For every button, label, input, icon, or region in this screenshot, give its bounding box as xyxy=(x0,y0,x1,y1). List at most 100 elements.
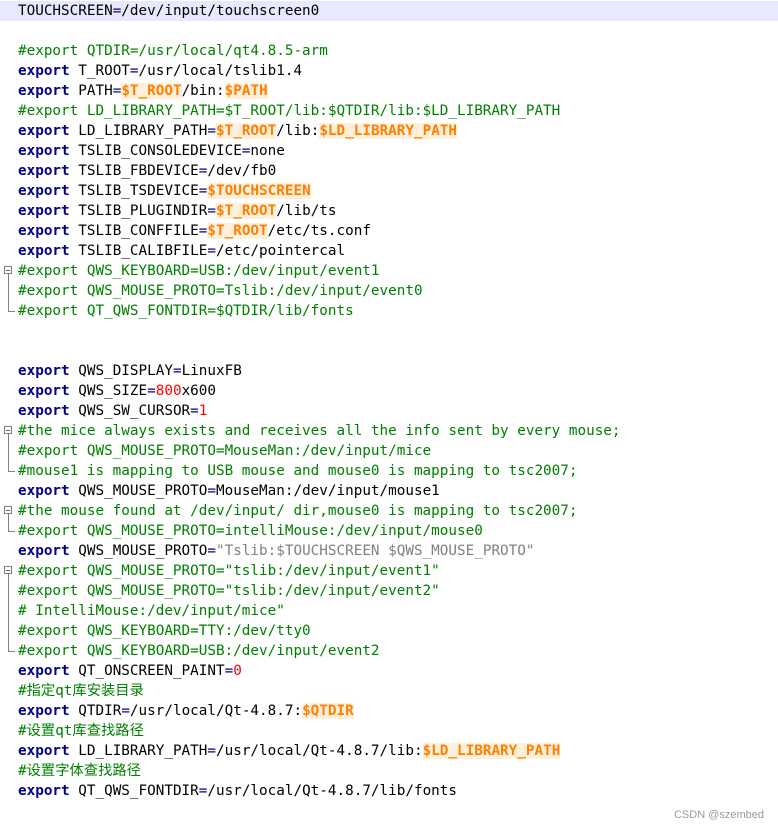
code-line[interactable]: #export QWS_MOUSE_PROTO=intelliMouse:/de… xyxy=(0,521,778,541)
code-token: /usr/local/Qt-4.8.7: xyxy=(129,703,303,719)
code-text: #the mice always exists and receives all… xyxy=(18,421,621,441)
keyword-token: export xyxy=(18,83,70,99)
fold-gutter xyxy=(0,441,16,461)
variable-token: $T_ROOT xyxy=(216,203,277,219)
code-text: export TSLIB_PLUGINDIR=$T_ROOT/lib/ts xyxy=(18,201,337,221)
variable-token: $QTDIR xyxy=(302,703,354,719)
code-line[interactable]: #export QWS_MOUSE_PROTO=Tslib:/dev/input… xyxy=(0,281,778,301)
csdn-watermark: CSDN @szembed xyxy=(673,809,764,821)
keyword-token: export xyxy=(18,243,70,259)
code-editor[interactable]: TOUCHSCREEN=/dev/input/touchscreen0 #expo… xyxy=(0,0,778,831)
code-line[interactable]: #export LD_LIBRARY_PATH=$T_ROOT/lib:$QTD… xyxy=(0,101,778,121)
code-text: export TSLIB_CONSOLEDEVICE=none xyxy=(18,141,285,161)
code-token: PATH xyxy=(69,83,113,99)
code-text: export QWS_MOUSE_PROTO=MouseMan:/dev/inp… xyxy=(18,481,440,501)
code-line[interactable]: export QWS_SIZE=800x600 xyxy=(0,381,778,401)
code-line[interactable] xyxy=(0,341,778,361)
code-line[interactable]: #export QWS_MOUSE_PROTO="tslib:/dev/inpu… xyxy=(0,561,778,581)
fold-gutter xyxy=(0,701,16,721)
code-line[interactable]: export QWS_MOUSE_PROTO="Tslib:$TOUCHSCRE… xyxy=(0,541,778,561)
code-token: TOUCHSCREEN xyxy=(18,3,113,19)
code-line[interactable]: #export QWS_KEYBOARD=USB:/dev/input/even… xyxy=(0,261,778,281)
comment-token: #the mouse found at /dev/input/ dir,mous… xyxy=(18,503,578,519)
code-line[interactable]: #the mice always exists and receives all… xyxy=(0,421,778,441)
keyword-token: export xyxy=(18,703,70,719)
code-line[interactable]: export PATH=$T_ROOT/bin:$PATH xyxy=(0,81,778,101)
code-line[interactable]: # IntelliMouse:/dev/input/mice" xyxy=(0,601,778,621)
code-text: export QT_ONSCREEN_PAINT=0 xyxy=(18,661,242,681)
code-text: #export QWS_KEYBOARD=USB:/dev/input/even… xyxy=(18,261,380,281)
code-line[interactable]: export QT_ONSCREEN_PAINT=0 xyxy=(0,661,778,681)
code-line[interactable]: export QT_QWS_FONTDIR=/usr/local/Qt-4.8.… xyxy=(0,781,778,801)
code-line[interactable]: export TSLIB_FBDEVICE=/dev/fb0 xyxy=(0,161,778,181)
code-line[interactable]: export T_ROOT=/usr/local/tslib1.4 xyxy=(0,61,778,81)
fold-gutter xyxy=(0,161,16,181)
code-token: = xyxy=(207,743,216,759)
code-text: #指定qt库安装目录 xyxy=(18,681,144,701)
fold-toggle-icon[interactable] xyxy=(0,561,16,581)
code-token: = xyxy=(207,203,216,219)
fold-gutter xyxy=(0,641,16,661)
code-text: # IntelliMouse:/dev/input/mice" xyxy=(18,601,285,621)
code-line[interactable]: #设置字体查找路径 xyxy=(0,761,778,781)
code-token: = xyxy=(207,543,216,559)
code-line[interactable]: #export QTDIR=/usr/local/qt4.8.5-arm xyxy=(0,41,778,61)
code-line[interactable]: export QWS_DISPLAY=LinuxFB xyxy=(0,361,778,381)
fold-gutter xyxy=(0,1,16,21)
fold-toggle-icon[interactable] xyxy=(0,421,16,441)
code-line[interactable]: export TSLIB_CONFFILE=$T_ROOT/etc/ts.con… xyxy=(0,221,778,241)
code-token: T_ROOT xyxy=(69,63,130,79)
code-token: /dev/fb0 xyxy=(207,163,277,179)
code-line[interactable]: export QWS_SW_CURSOR=1 xyxy=(0,401,778,421)
code-line[interactable]: export TSLIB_CONSOLEDEVICE=none xyxy=(0,141,778,161)
code-line[interactable]: #mouse1 is mapping to USB mouse and mous… xyxy=(0,461,778,481)
code-line[interactable]: export QTDIR=/usr/local/Qt-4.8.7:$QTDIR xyxy=(0,701,778,721)
fold-gutter xyxy=(0,61,16,81)
code-line[interactable]: export LD_LIBRARY_PATH=$T_ROOT/lib:$LD_L… xyxy=(0,121,778,141)
code-line[interactable]: #设置qt库查找路径 xyxy=(0,721,778,741)
code-text: export TSLIB_CONFFILE=$T_ROOT/etc/ts.con… xyxy=(18,221,371,241)
code-token: QT_QWS_FONTDIR xyxy=(69,783,199,799)
code-line[interactable]: #export QWS_KEYBOARD=TTY:/dev/tty0 xyxy=(0,621,778,641)
fold-gutter xyxy=(0,301,16,321)
fold-gutter xyxy=(0,281,16,301)
code-line[interactable]: export LD_LIBRARY_PATH=/usr/local/Qt-4.8… xyxy=(0,741,778,761)
code-token: /bin: xyxy=(181,83,225,99)
fold-toggle-icon[interactable] xyxy=(0,501,16,521)
code-line[interactable]: export TSLIB_PLUGINDIR=$T_ROOT/lib/ts xyxy=(0,201,778,221)
code-text: #export QWS_KEYBOARD=USB:/dev/input/even… xyxy=(18,641,380,661)
code-text: export PATH=$T_ROOT/bin:$PATH xyxy=(18,81,268,101)
code-line[interactable]: TOUCHSCREEN=/dev/input/touchscreen0 xyxy=(0,1,778,21)
code-text: export QWS_SW_CURSOR=1 xyxy=(18,401,207,421)
code-line[interactable]: #export QT_QWS_FONTDIR=$QTDIR/lib/fonts xyxy=(0,301,778,321)
code-token: x600 xyxy=(181,383,216,399)
keyword-token: export xyxy=(18,163,70,179)
code-line[interactable]: export TSLIB_TSDEVICE=$TOUCHSCREEN xyxy=(0,181,778,201)
code-line[interactable]: #export QWS_MOUSE_PROTO=MouseMan:/dev/in… xyxy=(0,441,778,461)
fold-gutter xyxy=(0,581,16,601)
code-line[interactable]: #指定qt库安装目录 xyxy=(0,681,778,701)
code-token: = xyxy=(147,383,156,399)
code-line[interactable]: #the mouse found at /dev/input/ dir,mous… xyxy=(0,501,778,521)
code-text: export TSLIB_CALIBFILE=/etc/pointercal xyxy=(18,241,345,261)
code-line[interactable]: #export QWS_KEYBOARD=USB:/dev/input/even… xyxy=(0,641,778,661)
comment-token: #export LD_LIBRARY_PATH=$T_ROOT/lib:$QTD… xyxy=(18,103,561,119)
code-line[interactable]: #export QWS_MOUSE_PROTO="tslib:/dev/inpu… xyxy=(0,581,778,601)
code-token: = xyxy=(207,483,216,499)
code-token: 1 xyxy=(198,403,208,419)
code-text: #export QT_QWS_FONTDIR=$QTDIR/lib/fonts xyxy=(18,301,354,321)
code-token: LinuxFB xyxy=(181,363,242,379)
code-token: LD_LIBRARY_PATH xyxy=(69,123,208,139)
fold-gutter xyxy=(0,741,16,761)
fold-toggle-icon[interactable] xyxy=(0,261,16,281)
code-token: QWS_SW_CURSOR xyxy=(69,403,191,419)
code-line[interactable] xyxy=(0,321,778,341)
code-line[interactable]: export QWS_MOUSE_PROTO=MouseMan:/dev/inp… xyxy=(0,481,778,501)
code-token: "Tslib:$TOUCHSCREEN $QWS_MOUSE_PROTO" xyxy=(216,543,535,559)
keyword-token: export xyxy=(18,123,70,139)
code-line[interactable] xyxy=(0,21,778,41)
code-token: /etc/ts.conf xyxy=(267,223,371,239)
code-line[interactable]: export TSLIB_CALIBFILE=/etc/pointercal xyxy=(0,241,778,261)
fold-gutter xyxy=(0,661,16,681)
fold-gutter xyxy=(0,381,16,401)
